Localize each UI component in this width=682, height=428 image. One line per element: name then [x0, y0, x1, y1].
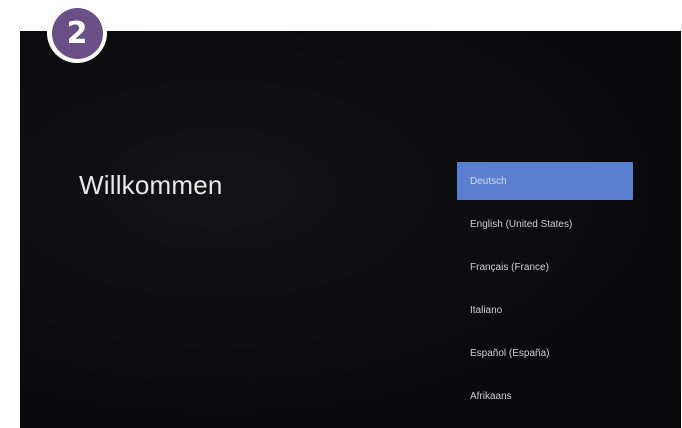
- language-item-espanol[interactable]: Español (España): [457, 334, 633, 372]
- welcome-title: Willkommen: [79, 170, 223, 200]
- language-item-label: Deutsch: [470, 175, 507, 187]
- language-item-label: English (United States): [470, 218, 573, 230]
- step-number: 2: [51, 7, 103, 59]
- page: Willkommen Deutsch English (United State…: [0, 0, 682, 428]
- language-item-deutsch[interactable]: Deutsch: [457, 162, 633, 200]
- language-item-label: Italiano: [470, 304, 503, 316]
- language-item-francais[interactable]: Français (France): [457, 248, 633, 286]
- language-item-label: Afrikaans: [470, 390, 512, 402]
- language-item-italiano[interactable]: Italiano: [457, 291, 633, 329]
- language-list: Deutsch English (United States) Français…: [457, 162, 633, 420]
- language-item-english[interactable]: English (United States): [457, 205, 633, 243]
- language-item-label: Español (España): [470, 347, 550, 359]
- step-badge: 2: [47, 3, 107, 63]
- tv-screen: Willkommen Deutsch English (United State…: [20, 31, 681, 428]
- language-item-label: Français (France): [470, 261, 549, 273]
- language-item-afrikaans[interactable]: Afrikaans: [457, 377, 633, 415]
